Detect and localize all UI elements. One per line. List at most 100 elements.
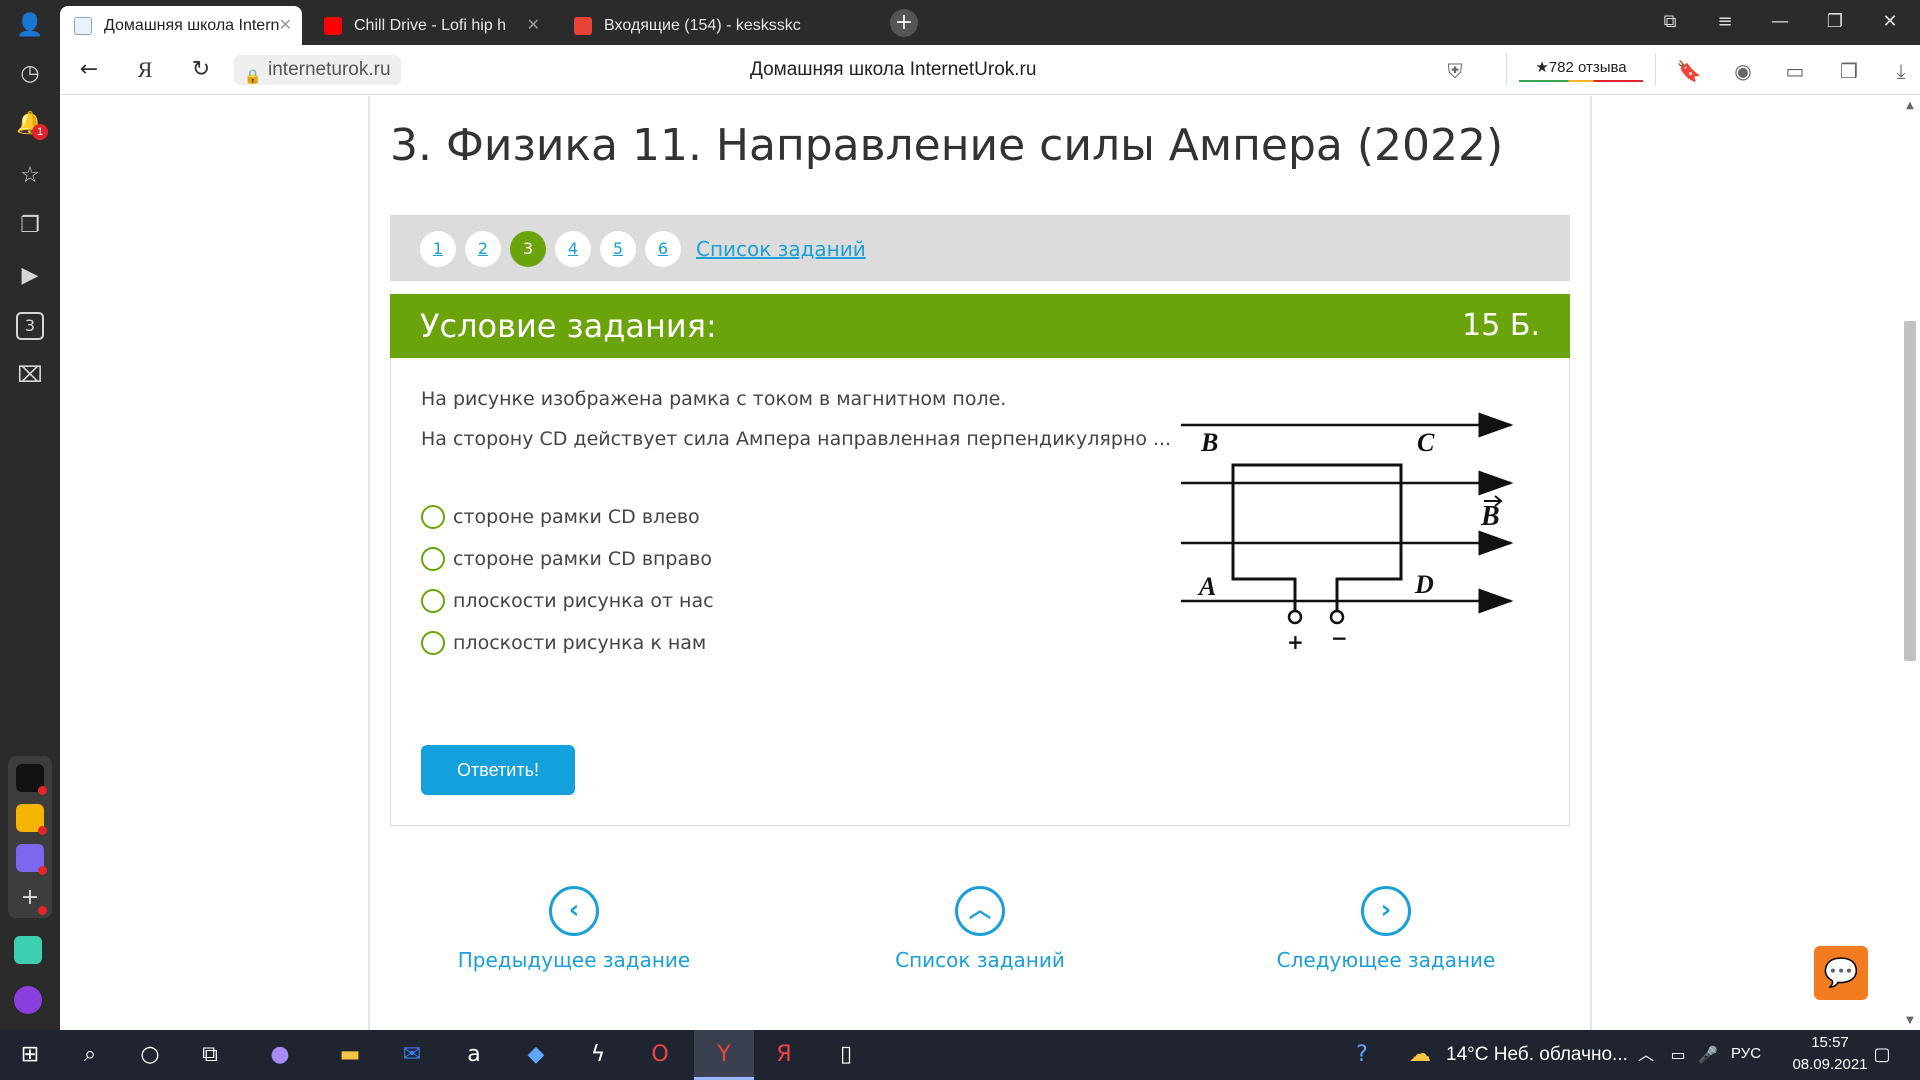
scroll-down-icon[interactable]: ▼ <box>1904 1015 1916 1026</box>
chat-icon: 💬 <box>1823 956 1859 989</box>
network-icon[interactable]: ▭ <box>1662 1039 1694 1071</box>
mail-icon[interactable]: ✉ <box>396 1039 428 1071</box>
chevron-up-icon[interactable]: ︿ <box>955 886 1005 936</box>
current-frame <box>1231 463 1403 612</box>
alice-taskbar-icon[interactable]: ● <box>264 1039 296 1071</box>
dropbox-icon[interactable]: ◆ <box>520 1039 552 1071</box>
pager-item-1[interactable]: 1 <box>420 231 456 267</box>
tabs-overview-icon[interactable]: ⧉ <box>1655 8 1685 36</box>
yandex-home-icon[interactable]: Я <box>130 55 160 85</box>
task-card: Условие задания: 15 Б. На рисунке изобра… <box>390 294 1570 826</box>
protect-icon[interactable]: ⛨ <box>1442 58 1468 84</box>
submit-answer-button[interactable]: Ответить! <box>421 745 575 795</box>
alice-icon[interactable] <box>14 986 42 1014</box>
bookmarks-star-icon[interactable]: ☆ <box>16 162 44 190</box>
radio-button[interactable] <box>421 505 445 529</box>
notifications-icon[interactable]: 🔔 1 <box>16 110 48 140</box>
minimize-icon[interactable]: — <box>1765 8 1795 36</box>
yandex-browser-icon[interactable]: Y <box>708 1039 740 1071</box>
tab-youtube[interactable]: Chill Drive - Lofi hip h ✕ <box>310 6 550 45</box>
downloads-icon[interactable]: ⤓ <box>1888 58 1914 84</box>
label-a-corner: A <box>1197 572 1216 601</box>
app-messenger-icon[interactable] <box>14 936 42 964</box>
reload-icon[interactable]: ↻ <box>186 55 216 85</box>
pager-item-6[interactable]: 6 <box>645 231 681 267</box>
bookmark-icon[interactable]: 🔖 <box>1676 58 1702 84</box>
task-list-link[interactable]: Список заданий <box>696 235 866 263</box>
pager-item-5[interactable]: 5 <box>600 231 636 267</box>
video-icon[interactable]: ▶ <box>16 262 44 290</box>
help-icon[interactable]: ? <box>1346 1039 1378 1071</box>
sidebar-apps-panel: + <box>8 756 52 918</box>
battery-saver-icon[interactable]: ▭ <box>1782 58 1808 84</box>
prev-task-link[interactable]: Предыдущее задание <box>424 946 724 974</box>
scroll-up-icon[interactable]: ▲ <box>1904 100 1916 111</box>
screenshot-icon[interactable]: ⌧ <box>16 362 44 390</box>
task-list-nav[interactable]: ︿ Список заданий <box>830 886 1130 974</box>
pager-item-2[interactable]: 2 <box>465 231 501 267</box>
next-task-nav[interactable]: › Следующее задание <box>1236 886 1536 974</box>
windows-start-icon[interactable]: ⊞ <box>14 1039 46 1071</box>
extension-icon[interactable]: ◉ <box>1730 58 1756 84</box>
new-tab-button[interactable]: + <box>890 9 918 37</box>
chevron-left-icon[interactable]: ‹ <box>549 886 599 936</box>
youtube-favicon-icon <box>324 17 342 35</box>
tab-gmail[interactable]: Входящие (154) - kesksskc <box>560 6 810 45</box>
profile-icon[interactable]: 👤 <box>16 12 44 40</box>
cortana-icon[interactable]: ○ <box>134 1039 166 1071</box>
reviews-badge[interactable]: ★782 отзыва <box>1506 53 1656 85</box>
add-app-icon[interactable]: + <box>16 884 47 915</box>
ampere-frame-diagram: B C A D B + − <box>1181 412 1514 654</box>
task-list-bottom-link[interactable]: Список заданий <box>830 946 1130 974</box>
radio-button[interactable] <box>421 547 445 571</box>
prev-task-nav[interactable]: ‹ Предыдущее задание <box>424 886 724 974</box>
clock-date[interactable]: 08.09.2021 <box>1790 1056 1870 1073</box>
app-discord-icon[interactable] <box>16 844 47 875</box>
tray-chevron-icon[interactable]: ︿ <box>1630 1039 1662 1071</box>
menu-icon[interactable]: ≡ <box>1710 8 1740 36</box>
task-header-title: Условие задания: <box>420 307 717 345</box>
lesson-title: 3. Физика 11. Направление силы Ампера (2… <box>390 120 1504 171</box>
clock-time[interactable]: 15:57 <box>1790 1034 1870 1051</box>
windows-taskbar: ⊞ ⌕ ○ ⧉ ● ▬ ✉ a ◆ ϟ O Y Я ▯ ? ☁ 14°C Неб… <box>0 1030 1920 1080</box>
language-indicator[interactable]: РУС <box>1731 1045 1761 1062</box>
scroll-thumb[interactable] <box>1904 321 1916 661</box>
task-view-icon[interactable]: ⧉ <box>194 1039 226 1071</box>
amazon-icon[interactable]: a <box>458 1039 490 1071</box>
radio-button[interactable] <box>421 589 445 613</box>
weather-text[interactable]: 14°C Неб. облачно... <box>1446 1044 1628 1066</box>
close-tab-icon[interactable]: ✕ <box>527 6 540 45</box>
chat-button[interactable]: 💬 <box>1814 946 1868 1000</box>
document-icon[interactable]: ▯ <box>830 1039 862 1071</box>
plus-terminal <box>1287 609 1303 625</box>
url-field[interactable]: 🔒 interneturok.ru <box>234 55 401 85</box>
pager-item-3-current[interactable]: 3 <box>510 231 546 267</box>
history-icon[interactable]: ◷ <box>16 60 44 88</box>
notifications-badge: 1 <box>32 124 48 140</box>
app-obs-icon[interactable] <box>16 764 47 795</box>
pager-item-4[interactable]: 4 <box>555 231 591 267</box>
weather-icon[interactable]: ☁ <box>1404 1039 1436 1071</box>
microphone-icon[interactable]: 🎤 <box>1692 1039 1724 1071</box>
opera-icon[interactable]: O <box>644 1039 676 1071</box>
tab-interneturok[interactable]: Домашняя школа Intern ✕ <box>60 6 302 45</box>
app-mail-icon[interactable] <box>16 804 47 835</box>
back-icon[interactable]: ← <box>74 55 104 85</box>
lightning-app-icon[interactable]: ϟ <box>582 1039 614 1071</box>
gmail-favicon-icon <box>574 17 592 35</box>
reader-icon[interactable]: ❒ <box>1836 58 1862 84</box>
radio-button[interactable] <box>421 631 445 655</box>
collections-icon[interactable]: ❐ <box>16 212 44 240</box>
action-center-icon[interactable]: ▢ <box>1866 1039 1898 1071</box>
page-title-display: Домашняя школа InternetUrok.ru <box>750 59 1037 80</box>
sidebar-item-3[interactable]: 3 <box>16 312 44 340</box>
chevron-right-icon[interactable]: › <box>1361 886 1411 936</box>
search-icon[interactable]: ⌕ <box>74 1039 106 1071</box>
next-task-link[interactable]: Следующее задание <box>1236 946 1536 974</box>
restore-icon[interactable]: ❐ <box>1820 8 1850 36</box>
yandex-icon[interactable]: Я <box>768 1039 800 1071</box>
close-window-icon[interactable]: ✕ <box>1875 8 1905 36</box>
page-scrollbar[interactable]: ▲ ▼ <box>1900 96 1920 1030</box>
file-explorer-icon[interactable]: ▬ <box>334 1039 366 1071</box>
close-tab-icon[interactable]: ✕ <box>279 6 292 45</box>
